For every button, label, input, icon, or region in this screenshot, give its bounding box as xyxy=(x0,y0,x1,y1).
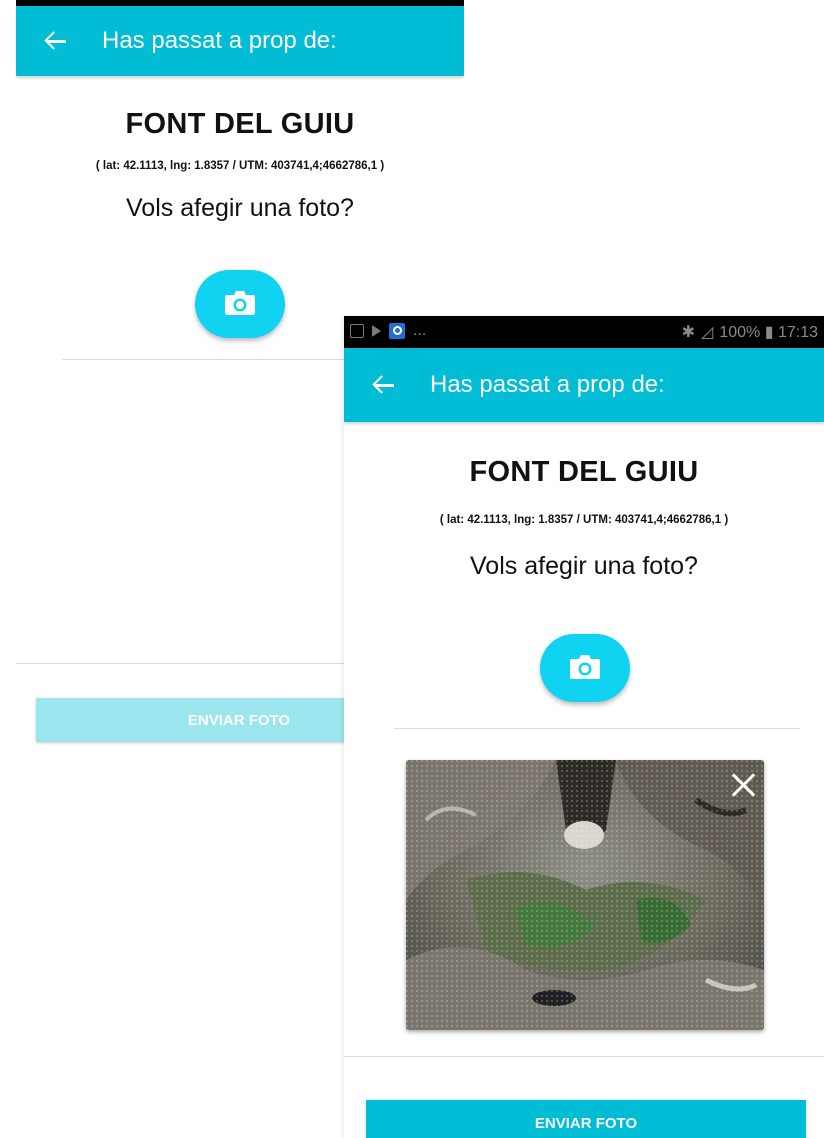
place-name: FONT DEL GUIU xyxy=(469,456,699,488)
coordinates: ( lat: 42.1113, lng: 1.8357 / UTM: 40374… xyxy=(439,514,729,526)
status-overflow: ... xyxy=(413,322,427,339)
arrow-back-icon[interactable] xyxy=(40,25,72,57)
photo-image xyxy=(406,760,764,1030)
search-app-notification-icon xyxy=(389,323,405,339)
divider xyxy=(394,728,800,729)
app-bar-title: Has passat a prop de: xyxy=(430,371,665,398)
divider xyxy=(344,1056,824,1057)
photo-preview xyxy=(406,760,764,1030)
status-bar: ... ✱ ◿ 100% ▮ 17:13 xyxy=(344,316,824,348)
screen-with-photo: ... ✱ ◿ 100% ▮ 17:13 Has passat a prop d… xyxy=(344,316,824,1138)
camera-icon xyxy=(225,291,255,315)
app-bar: Has passat a prop de: xyxy=(344,348,824,422)
app-bar: Has passat a prop de: xyxy=(16,6,464,76)
add-photo-question: Vols afegir una foto? xyxy=(126,194,354,222)
send-photo-button[interactable]: ENVIAR FOTO xyxy=(366,1100,806,1138)
play-notification-icon xyxy=(372,325,381,337)
signal-icon: ◿ xyxy=(701,324,714,341)
camera-icon xyxy=(570,655,600,679)
close-icon[interactable] xyxy=(730,772,756,798)
coordinates: ( lat: 42.1113, lng: 1.8357 / UTM: 40374… xyxy=(95,160,385,172)
arrow-back-icon[interactable] xyxy=(368,369,400,401)
battery-time: 100% ▮ 17:13 xyxy=(719,324,818,341)
bluetooth-icon: ✱ xyxy=(681,324,696,341)
add-photo-question: Vols afegir una foto? xyxy=(470,552,698,580)
place-name: FONT DEL GUIU xyxy=(125,108,355,140)
gallery-notification-icon xyxy=(350,324,364,338)
camera-button[interactable] xyxy=(195,270,285,338)
camera-button[interactable] xyxy=(540,634,630,702)
app-bar-title: Has passat a prop de: xyxy=(102,27,337,54)
